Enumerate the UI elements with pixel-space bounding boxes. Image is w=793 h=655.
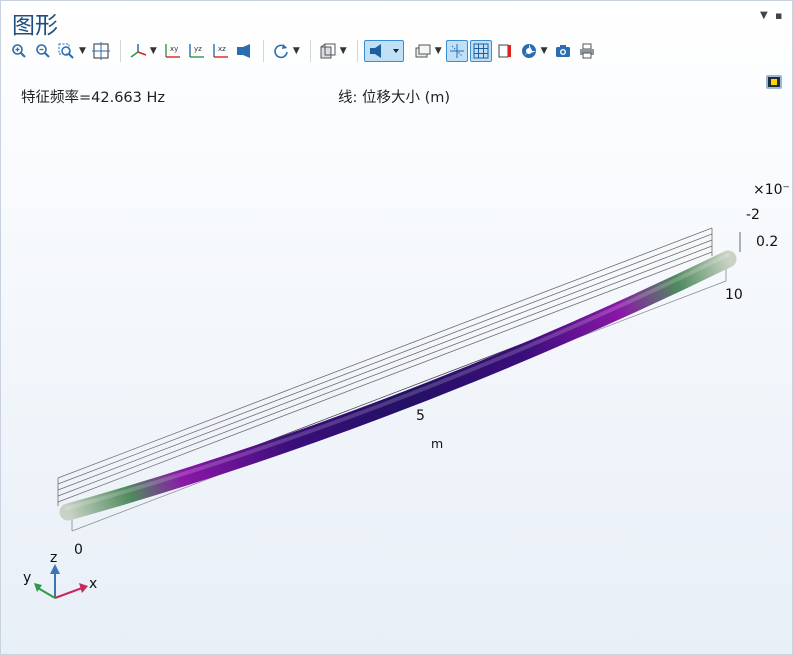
beam-mode-shape	[59, 250, 737, 521]
z-axis-tick: 0.2	[756, 234, 779, 250]
triad-y-label: y	[23, 570, 32, 586]
scale-exponent-label: ×10⁻	[753, 182, 790, 198]
x-axis-unit-label: m	[431, 436, 444, 451]
beam-shading	[66, 253, 730, 510]
x-axis-tick-start: 0	[74, 542, 83, 558]
triad-z-label: z	[50, 550, 58, 566]
graphics-canvas[interactable]	[0, 0, 793, 655]
triad-x-label: x	[89, 576, 98, 592]
coordinate-triad	[34, 564, 88, 599]
x-axis-tick-mid: 5	[416, 408, 425, 424]
scale-exponent-value: -2	[746, 207, 760, 223]
x-axis-tick-end: 10	[725, 287, 743, 303]
